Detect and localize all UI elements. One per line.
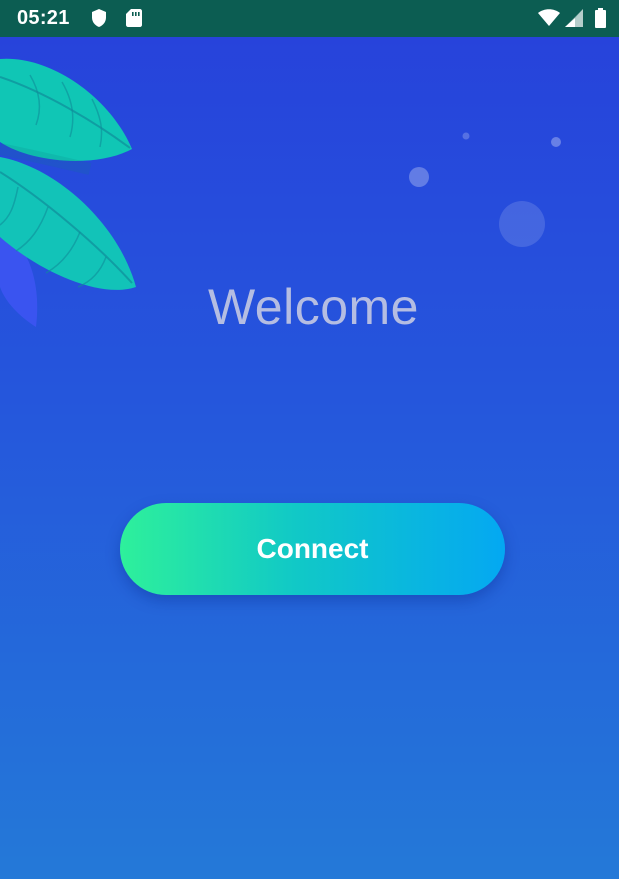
status-time: 05:21 xyxy=(17,7,70,29)
sd-card-icon xyxy=(125,8,143,28)
status-bar: 05:21 xyxy=(0,0,619,37)
signal-icon xyxy=(563,8,585,28)
shield-icon xyxy=(90,8,108,28)
decorative-illustration xyxy=(0,58,561,327)
upper-leaf xyxy=(0,58,132,161)
wifi-icon xyxy=(537,8,561,28)
bubbles xyxy=(409,132,561,247)
page-title: Welcome xyxy=(208,279,419,335)
lower-leaf xyxy=(0,157,136,290)
battery-icon xyxy=(594,8,607,28)
connect-button[interactable]: Connect xyxy=(120,503,505,595)
